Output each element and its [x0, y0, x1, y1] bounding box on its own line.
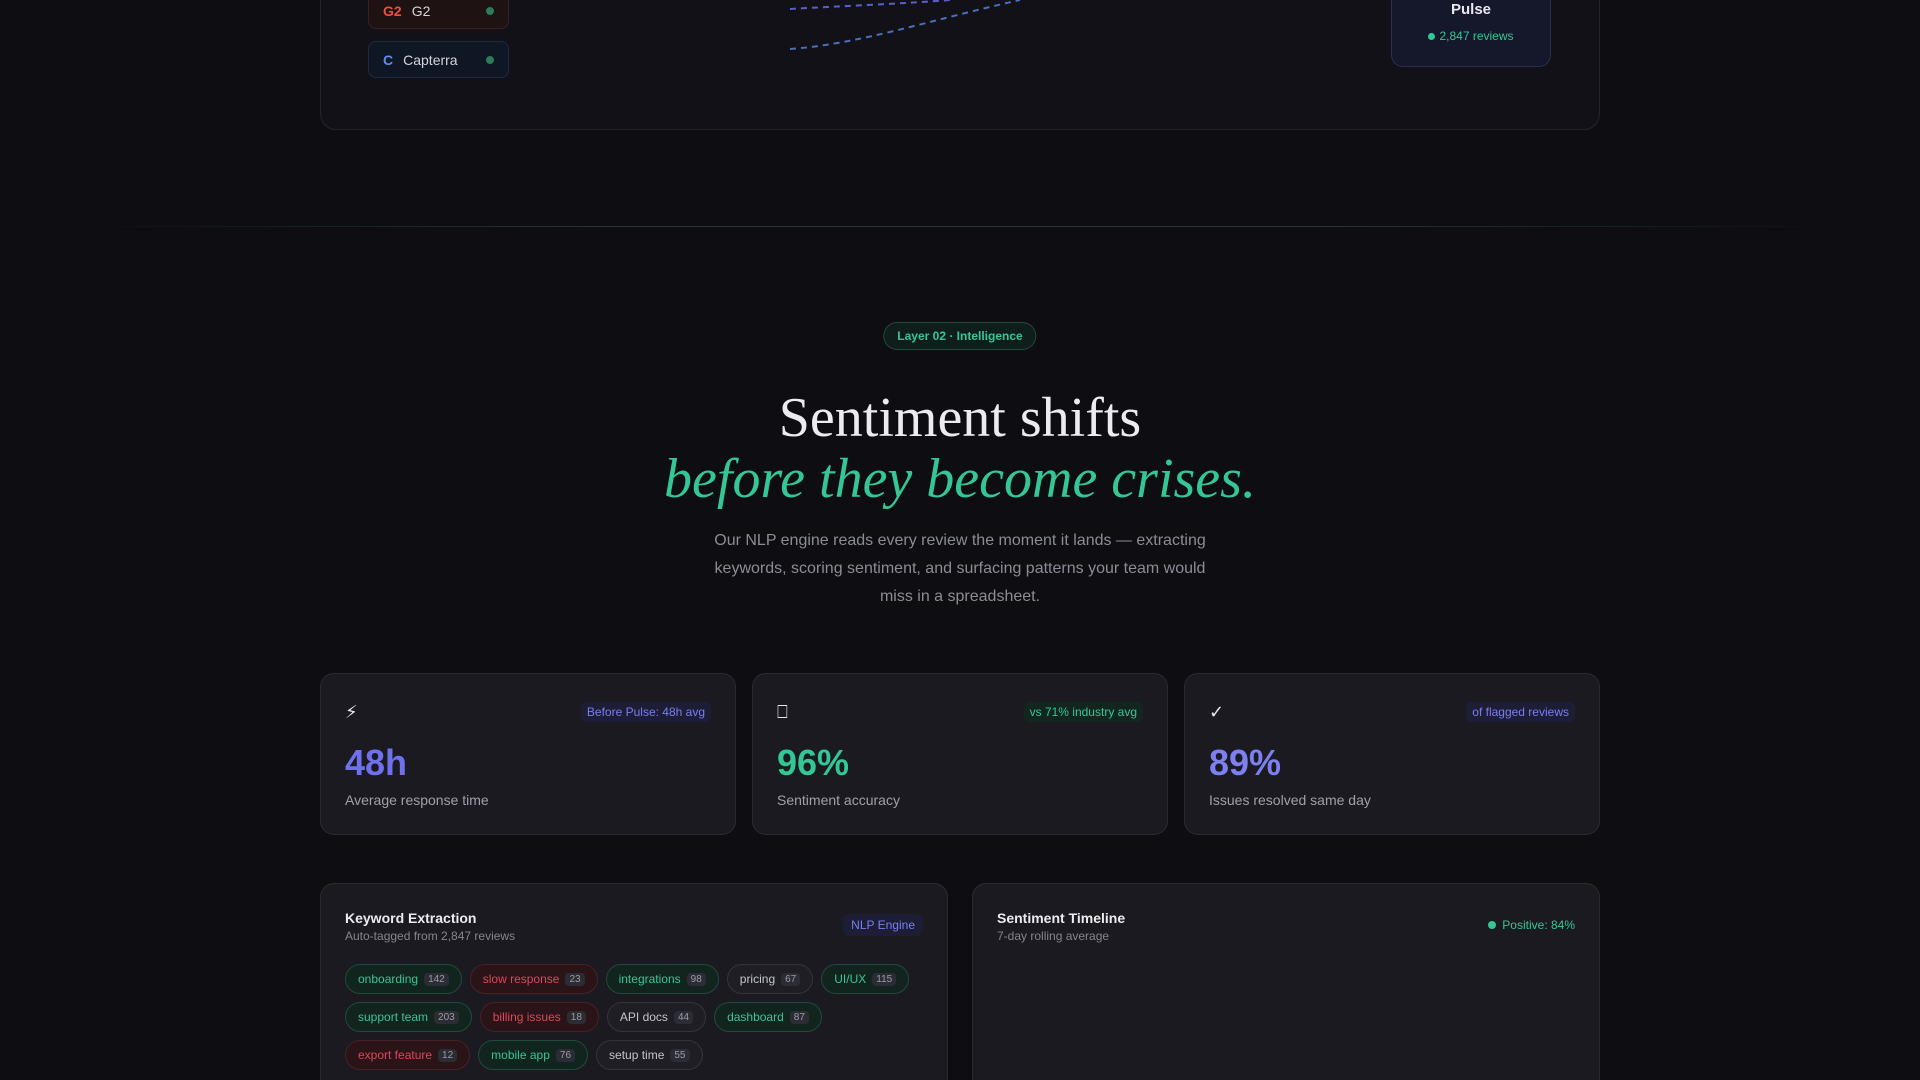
keyword-tag-label: onboarding [358, 972, 419, 986]
keyword-tag[interactable]: export feature 12 [345, 1040, 471, 1070]
stat-label: Issues resolved same day [1209, 792, 1371, 808]
capterra-logo-icon: C [383, 51, 394, 68]
keyword-tag-count: 87 [789, 1010, 809, 1024]
stat-label: Sentiment accuracy [777, 792, 900, 808]
page-title: Sentiment shifts [778, 387, 1142, 449]
flow-lines [789, 0, 1021, 50]
keyword-tag-label: setup time [609, 1048, 665, 1062]
keyword-tag-label: billing issues [492, 1010, 561, 1024]
pulse-title: Pulse [1450, 1, 1492, 18]
flow-line [789, 0, 951, 10]
stat-badge: Before Pulse: 48h avg [580, 702, 711, 722]
panel-title: Keyword Extraction [345, 910, 477, 926]
page-subtitle: Our NLP engine reads every review the mo… [714, 532, 1206, 605]
source-chip-capterra[interactable]: C Capterra [368, 41, 509, 78]
keyword-tag-label: UI/UX [834, 972, 867, 986]
keyword-tag-count: 55 [670, 1048, 690, 1062]
keyword-tag[interactable]: setup time 55 [596, 1040, 703, 1070]
check-icon: ✓ [1209, 702, 1225, 722]
keyword-tag-count: 142 [424, 972, 449, 986]
status-dot-icon [486, 7, 494, 15]
g2-logo-icon: G2 [383, 2, 402, 19]
keyword-tag-label: export feature [358, 1048, 433, 1062]
keyword-tag-label: API docs [619, 1010, 668, 1024]
keyword-tag-list: onboarding 142 slow response 23 integrations… [345, 964, 925, 1070]
source-chip-g2[interactable]: G2 G2 [368, 0, 509, 29]
page-title-accent: before they become crises. [664, 448, 1256, 510]
keyword-tag[interactable]: mobile app 76 [478, 1040, 589, 1070]
keyword-tag-label: slow response [482, 972, 560, 986]
stat-card-accuracy: ⎕ vs 71% industry avg 96% Sentiment accu… [752, 673, 1168, 835]
pulse-hub-card: Pulse 2,847 reviews [1391, 0, 1551, 67]
keyword-tag-count: 23 [565, 972, 585, 986]
stat-badge: of flagged reviews [1466, 702, 1575, 722]
target-icon: ⎕ [777, 702, 788, 722]
keyword-tag-label: mobile app [491, 1048, 550, 1062]
source-name: G2 [411, 2, 431, 19]
keyword-tag[interactable]: pricing 67 [726, 964, 814, 994]
stat-badge: vs 71% industry avg [1023, 702, 1143, 722]
keyword-tag[interactable]: support team 203 [345, 1002, 472, 1032]
stat-value: 48h [345, 742, 408, 783]
section-pill: Layer 02 · Intelligence [883, 322, 1037, 350]
keyword-tag[interactable]: billing issues 18 [479, 1002, 599, 1032]
keyword-tag-count: 12 [438, 1048, 458, 1062]
source-name: Capterra [403, 51, 458, 68]
panel-title: Sentiment Timeline [997, 910, 1126, 926]
sentiment-timeline-panel: Sentiment Timeline 7-day rolling average… [972, 883, 1600, 1080]
keyword-tag[interactable]: integrations 98 [605, 964, 719, 994]
keyword-tag-count: 115 [872, 972, 897, 986]
keyword-tag[interactable]: UI/UX 115 [821, 964, 910, 994]
stat-value: 96% [777, 742, 850, 783]
keyword-tag-count: 76 [555, 1048, 576, 1062]
keyword-tag[interactable]: API docs 44 [606, 1002, 707, 1032]
keyword-tag-count: 98 [686, 972, 706, 986]
keyword-tag[interactable]: slow response 23 [469, 964, 598, 994]
panel-subtitle: 7-day rolling average [997, 929, 1110, 943]
keyword-tag-label: dashboard [727, 1010, 784, 1024]
stat-card-resolved: ✓ of flagged reviews 89% Issues resolved… [1184, 673, 1600, 835]
keyword-tag[interactable]: dashboard 87 [714, 1002, 822, 1032]
review-count-text: 2,847 reviews [1439, 29, 1514, 43]
keyword-tag[interactable]: onboarding 142 [345, 964, 462, 994]
keyword-tag-count: 67 [781, 972, 801, 986]
positive-indicator: Positive: 84% [1488, 918, 1575, 932]
lightning-icon: ⚡ [345, 702, 358, 722]
positive-text: Positive: 84% [1502, 918, 1575, 932]
status-dot-icon [1488, 920, 1497, 929]
keyword-extraction-panel: Keyword Extraction Auto-tagged from 2,84… [320, 883, 948, 1080]
panel-subtitle: Auto-tagged from 2,847 reviews [345, 929, 516, 943]
pulse-review-count: 2,847 reviews [1392, 29, 1550, 43]
status-dot-icon [1428, 33, 1436, 41]
section-divider [80, 226, 1840, 227]
keyword-tag-count: 44 [673, 1010, 694, 1024]
stat-label: Average response time [345, 792, 489, 808]
keyword-tag-label: pricing [739, 972, 776, 986]
status-dot-icon [486, 56, 494, 64]
keyword-tag-count: 203 [434, 1010, 459, 1024]
keyword-tag-count: 18 [566, 1010, 586, 1024]
stat-card-response-time: ⚡ Before Pulse: 48h avg 48h Average resp… [320, 673, 736, 835]
stat-value: 89% [1209, 742, 1282, 783]
keyword-tag-label: integrations [618, 972, 681, 986]
nlp-engine-badge: NLP Engine [843, 914, 923, 936]
keyword-tag-label: support team [358, 1010, 429, 1024]
